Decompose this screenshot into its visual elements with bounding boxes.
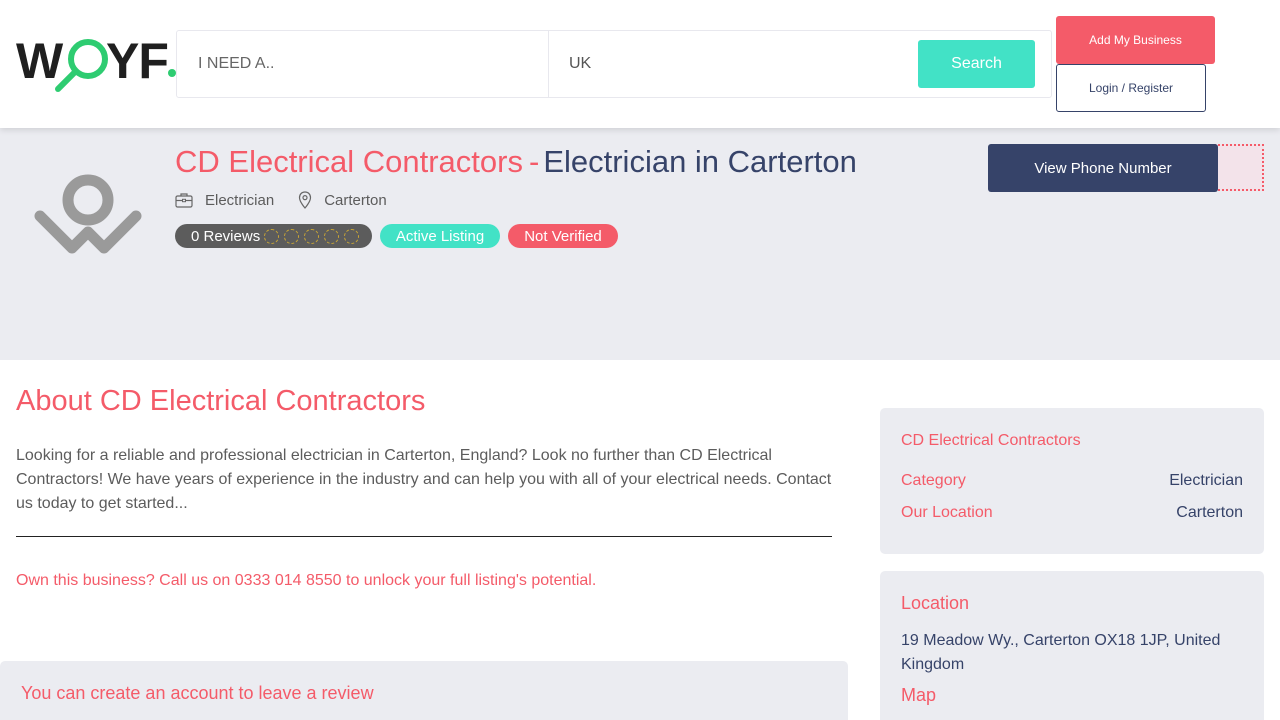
svg-text:W: W [16,33,64,89]
business-subtitle: Electrician in Carterton [543,144,857,179]
empty-star-icon [304,228,320,244]
location-card-title: Location [901,593,970,613]
title-separator: - [528,144,540,179]
empty-star-icon [344,228,360,244]
location-meta[interactable]: Carterton [298,191,387,209]
listing-title: CD Electrical Contractors - Electrician in… [175,144,857,180]
info-card-title: CD Electrical Contractors [901,432,1081,449]
business-name: CD Electrical Contractors [175,144,523,179]
listing-meta: Electrician Carterton [175,189,411,211]
review-prompt-text[interactable]: You can create an account to leave a rev… [21,683,374,704]
site-logo[interactable]: W YF [16,30,178,92]
category-row-value[interactable]: Electrician [1169,472,1243,490]
site-header: W YF Search Add My Business Login / Regi… [0,0,1280,128]
category-meta[interactable]: Electrician [175,192,274,209]
category-label: Electrician [205,191,275,209]
location-label: Carterton [324,191,387,209]
about-description: Looking for a reliable and professional … [16,447,832,512]
map-pin-icon [299,191,312,209]
location-row-value[interactable]: Carterton [1176,504,1243,522]
review-prompt-box: You can create an account to leave a rev… [0,661,848,720]
about-heading: About CD Electrical Contractors [16,385,426,417]
search-button[interactable]: Search [918,40,1035,88]
empty-star-icon [324,228,340,244]
address-text: 19 Meadow Wy., Carterton OX18 1JP, Unite… [901,632,1221,673]
claim-business-text: Own this business? Call us on 0333 014 8… [16,572,597,589]
add-my-business-button[interactable]: Add My Business [1056,16,1215,64]
phone-number-reveal[interactable] [1210,144,1264,191]
location-card: Location 19 Meadow Wy., Carterton OX18 1… [880,571,1264,720]
section-divider [16,536,832,537]
category-row-label: Category [901,472,966,489]
login-register-button[interactable]: Login / Register [1056,64,1206,112]
category-row: Category Electrician [901,472,1243,490]
location-row-label: Our Location [901,504,993,521]
svg-text:YF: YF [106,33,168,89]
reviews-count: 0 Reviews [191,227,261,245]
search-bar: Search [176,30,1052,98]
business-placeholder-logo-icon [34,174,142,254]
empty-star-icon [264,228,280,244]
location-row: Our Location Carterton [901,504,1243,522]
service-search-input[interactable] [177,31,549,97]
empty-star-icon [284,228,300,244]
listing-badges: 0 Reviews Active Listing Not Verified [175,224,626,248]
star-rating [264,228,364,244]
not-verified-badge: Not Verified [508,224,618,248]
view-phone-number-button[interactable]: View Phone Number [988,144,1218,192]
briefcase-icon [175,193,193,208]
business-info-card: CD Electrical Contractors Category Elect… [880,408,1264,554]
location-search-input[interactable] [549,31,909,97]
active-listing-badge: Active Listing [380,224,500,248]
reviews-badge[interactable]: 0 Reviews [175,224,372,248]
map-heading: Map [901,685,937,705]
wgyf-logo-icon: W YF [16,33,176,92]
